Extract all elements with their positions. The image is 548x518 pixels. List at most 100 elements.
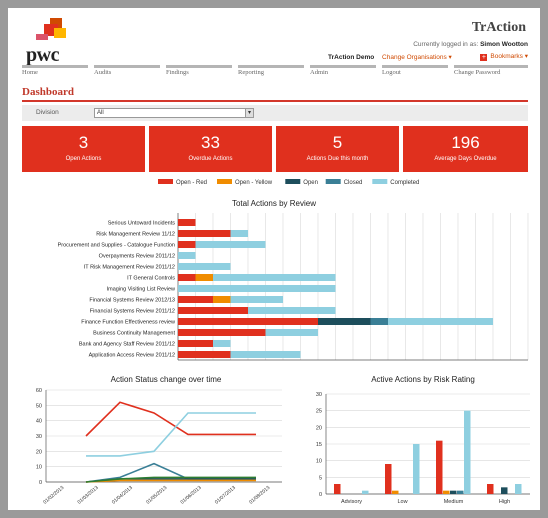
logged-in-prefix: Currently logged in as: (413, 41, 479, 48)
category-label: Financial Systems Review 2012/13 (89, 298, 175, 304)
bar-segment (265, 329, 318, 336)
kpi-average-days-overdue[interactable]: 196 Average Days Overdue (403, 126, 528, 172)
kpi-label: Overdue Actions (188, 156, 233, 162)
x-tick-label: 01/07/2013 (214, 485, 237, 506)
bar (501, 487, 508, 494)
legend-label: Open (303, 180, 318, 186)
bar-segment (178, 241, 196, 248)
bar (334, 484, 341, 494)
bar-segment (178, 219, 196, 226)
filter-bar: Division All ▾ (22, 105, 528, 121)
y-tick-label: 20 (316, 425, 322, 431)
bar (385, 464, 392, 494)
category-label: Application Access Review 2011/12 (89, 353, 175, 359)
division-select[interactable]: All ▾ (94, 108, 254, 118)
chart-title: Action Status change over time (111, 375, 222, 384)
kpi-open-actions[interactable]: 3 Open Actions (22, 126, 145, 172)
app-title: TrAction (471, 20, 526, 35)
kpi-value: 3 (78, 133, 89, 152)
y-tick-label: 20 (36, 449, 42, 455)
page-title: Dashboard (22, 86, 74, 98)
kpi-value: 196 (451, 133, 480, 152)
category-label: Overpayments Review 2011/12 (99, 254, 175, 260)
bar (457, 490, 464, 494)
bar-segment (213, 296, 231, 303)
bar-segment (178, 318, 318, 325)
category-label: Procurement and Supplies - Catalogue Fun… (58, 243, 175, 249)
y-tick-label: 60 (36, 388, 42, 394)
legend-label: Open - Yellow (235, 180, 273, 186)
nav-home[interactable]: Home (22, 65, 88, 77)
y-tick-label: 30 (36, 434, 42, 440)
logo-text: pwc (26, 44, 59, 66)
category-label: Financial Systems Review 2011/12 (90, 309, 175, 315)
kpi-value: 5 (332, 133, 343, 152)
bar (464, 410, 471, 494)
bar-segment (178, 252, 196, 259)
y-tick-label: 15 (316, 442, 322, 448)
kpi-overdue-actions[interactable]: 33 Overdue Actions (149, 126, 272, 172)
bar-segment (195, 274, 213, 281)
pwc-logo[interactable]: pwc (24, 18, 76, 66)
bar-segment (195, 241, 266, 248)
nav-admin[interactable]: Admin (310, 65, 376, 77)
legend-label: Closed (344, 180, 363, 186)
bar (450, 490, 457, 494)
bar-segment (248, 307, 336, 314)
x-tick-label: Low (397, 499, 407, 505)
bookmarks-label: Bookmarks ▾ (490, 53, 528, 60)
nav-reporting[interactable]: Reporting (238, 65, 304, 77)
bar-segment (178, 230, 231, 237)
organisation-bar: TrAction Demo Change Organisations ▾ (328, 53, 452, 61)
category-label: Imaging Visiting List Review (107, 287, 175, 293)
dropdown-arrow-icon[interactable]: ▾ (245, 109, 253, 117)
title-divider (22, 100, 528, 102)
nav-findings[interactable]: Findings (166, 65, 232, 77)
active-actions-by-risk-chart: Active Actions by Risk Rating 0 5 10 15 20 25 3… (316, 375, 530, 505)
bar-segment (178, 307, 248, 314)
x-tick-label: 01/04/2013 (111, 485, 134, 506)
legend-label: Completed (390, 180, 419, 186)
category-label: Risk Management Review 11/12 (96, 232, 175, 238)
y-tick-label: 10 (316, 459, 322, 465)
bar-segment (178, 351, 231, 358)
organisation-name: TrAction Demo (328, 54, 375, 61)
bar (413, 444, 420, 494)
legend-label: Open - Red (176, 180, 207, 186)
bar (392, 490, 399, 494)
bar (436, 440, 443, 494)
y-tick-label: 10 (36, 465, 42, 471)
main-navigation: Home Audits Findings Reporting Admin Log… (22, 65, 528, 77)
bar (362, 490, 369, 494)
y-tick-label: 25 (316, 409, 322, 415)
chart-title: Total Actions by Review (232, 199, 316, 208)
x-tick-label: 01/02/2013 (42, 485, 65, 506)
nav-change-password[interactable]: Change Password (454, 65, 528, 77)
nav-audits[interactable]: Audits (94, 65, 160, 77)
bar-segment (230, 230, 248, 237)
y-tick-label: 0 (319, 492, 322, 498)
nav-logout[interactable]: Logout (382, 65, 448, 77)
kpi-actions-due-month[interactable]: 5 Actions Due this month (276, 126, 399, 172)
y-tick-label: 50 (36, 403, 42, 409)
legend-swatch (285, 179, 301, 184)
category-label: IT Risk Management Review 2011/12 (84, 265, 175, 271)
user-name: Simon Wootton (480, 41, 528, 48)
bar-segment (178, 263, 231, 270)
y-tick-label: 5 (319, 475, 322, 481)
bar-segment (370, 318, 388, 325)
x-tick-label: 01/03/2013 (77, 485, 100, 506)
x-tick-label: 01/06/2013 (180, 485, 203, 506)
series-line (85, 401, 256, 437)
bar-segment (178, 274, 196, 281)
bookmarks-menu[interactable]: + Bookmarks ▾ (480, 52, 528, 61)
change-organisations-link[interactable]: Change Organisations ▾ (382, 54, 452, 61)
chart-title: Active Actions by Risk Rating (371, 375, 475, 384)
action-status-over-time-chart: Action Status change over time 0 10 20 30 40 5… (36, 375, 282, 506)
legend-swatch (217, 179, 232, 184)
bar-segment (230, 296, 283, 303)
bookmark-plus-icon: + (480, 54, 488, 61)
x-tick-label: 01/08/2013 (248, 485, 271, 506)
category-label: Serious Untoward Incidents (108, 221, 176, 227)
logged-in-info: Currently logged in as: Simon Wootton (413, 41, 528, 48)
